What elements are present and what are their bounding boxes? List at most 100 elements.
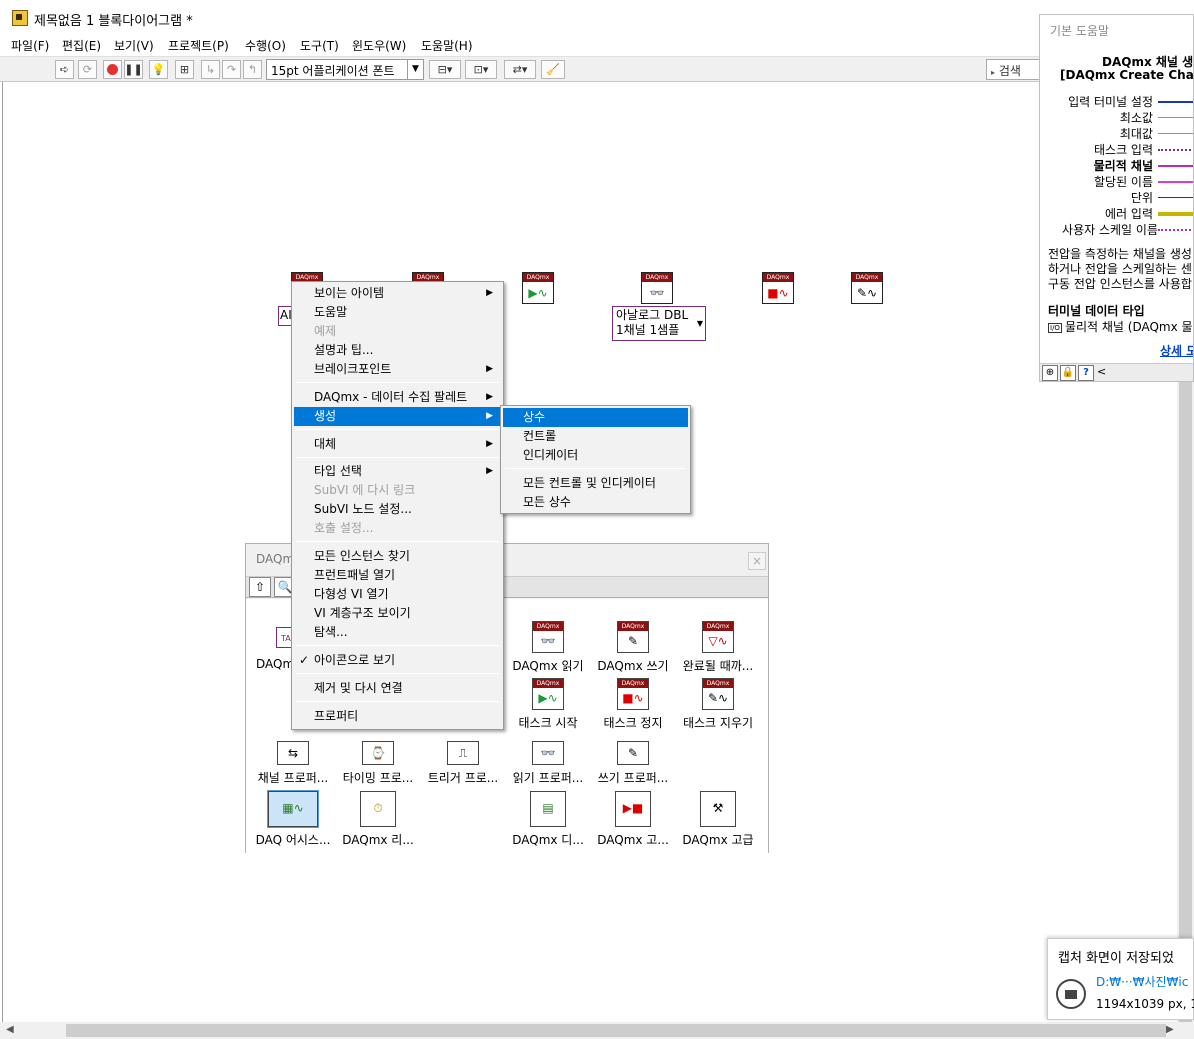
palette-item-write-property[interactable]: ✎ 쓰기 프로퍼...: [591, 741, 675, 786]
palette-item-daqmx-real-time[interactable]: ⏱ DAQmx 리...: [336, 791, 420, 848]
menu-item-description-tips[interactable]: 설명과 팁...: [294, 341, 501, 360]
menu-item-open-front-panel[interactable]: 프런트패널 열기: [294, 566, 501, 585]
icon-header: DAQmx: [618, 622, 648, 631]
submenu-item-all-constants[interactable]: 모든 상수: [503, 493, 688, 512]
step-over-icon[interactable]: ↷: [222, 60, 241, 79]
menu-tools[interactable]: 도구(T): [300, 37, 339, 54]
reorder-icon[interactable]: ⇄▾: [504, 60, 536, 79]
palette-item-label: 태스크 정지: [603, 716, 663, 730]
menu-file[interactable]: 파일(F): [11, 37, 49, 54]
help-desc-line: 전압을 측정하는 채널을 생성: [1048, 247, 1192, 261]
scroll-left-icon[interactable]: <: [1097, 365, 1106, 378]
menu-item-create[interactable]: 생성 ▶: [294, 407, 501, 426]
menu-item-label: 모든 상수: [523, 495, 571, 509]
menu-separator: [296, 673, 499, 674]
scroll-thumb[interactable]: [1179, 382, 1192, 1022]
align-objects-icon[interactable]: ⊟▾: [429, 60, 461, 79]
menu-operate[interactable]: 수행(O): [245, 37, 286, 54]
capture-notification[interactable]: 캡처 화면이 저장되었 D:₩···₩사진₩ic 1194x1039 px, 1…: [1047, 938, 1194, 1020]
palette-item-daq-assistant[interactable]: ▦∿ DAQ 어시스...: [251, 790, 335, 848]
up-arrow-icon[interactable]: ⇧: [249, 577, 271, 597]
close-icon[interactable]: ×: [748, 552, 766, 570]
abort-icon[interactable]: [103, 60, 122, 79]
submenu-item-indicator[interactable]: 인디케이터: [503, 446, 688, 465]
lock-icon[interactable]: 🔒: [1060, 365, 1076, 381]
menu-help[interactable]: 도움말(H): [421, 37, 473, 54]
start-symbol: ▶∿: [538, 691, 558, 705]
menu-item-help[interactable]: 도움말: [294, 303, 501, 322]
distribute-objects-icon[interactable]: ⊡▾: [465, 60, 497, 79]
run-icon[interactable]: ➪: [55, 60, 74, 79]
scroll-right-icon[interactable]: ▶: [1166, 1024, 1174, 1035]
menu-item-open-polymorphic-vi[interactable]: 다형성 VI 열기: [294, 585, 501, 604]
palette-item-trigger-property[interactable]: ⎍ 트리거 프로...: [421, 741, 505, 786]
menu-item-find-all-instances[interactable]: 모든 인스턴스 찾기: [294, 547, 501, 566]
palette-item-start-task[interactable]: DAQmx ▶∿ 태스크 시작: [506, 678, 590, 731]
menu-item-view-as-icon[interactable]: ✓ 아이콘으로 보기: [294, 651, 501, 670]
horizontal-scrollbar[interactable]: ◀ ▶: [0, 1022, 1194, 1039]
help-terminal: 사용자 스케일 이름: [1062, 223, 1158, 237]
scroll-left-icon[interactable]: ◀: [6, 1024, 14, 1035]
pause-icon[interactable]: ❚❚: [124, 60, 143, 79]
menu-item-subvi-node-setup[interactable]: SubVI 노드 설정...: [294, 500, 501, 519]
palette-item-label: 읽기 프로퍼...: [512, 771, 584, 785]
palette-item-daqmx-device[interactable]: ▤ DAQmx 디...: [506, 791, 590, 848]
palette-item-clear-task[interactable]: DAQmx ✎∿ 태스크 지우기: [676, 678, 760, 731]
palette-item-label: DAQmx 고급: [682, 833, 754, 847]
palette-item-timing-property[interactable]: ⌚ 타이밍 프로...: [336, 741, 420, 786]
palette-item-read[interactable]: DAQmx 👓 DAQmx 읽기: [506, 621, 590, 674]
daqmx-stop-task-node[interactable]: DAQmx ■∿: [762, 272, 794, 304]
help-question-icon[interactable]: ?: [1078, 365, 1094, 381]
menu-view[interactable]: 보기(V): [114, 37, 154, 54]
folder-icon[interactable]: [1056, 979, 1086, 1009]
polymorphic-selector-read[interactable]: 아날로그 DBL 1채널 1샘플 ▼: [612, 306, 706, 341]
submenu-item-constant[interactable]: 상수: [503, 408, 688, 427]
show-optional-terminals-icon[interactable]: ⊕: [1042, 365, 1058, 381]
submenu-item-all-controls-indicators[interactable]: 모든 컨트롤 및 인디케이터: [503, 474, 688, 493]
help-detailed-link[interactable]: 상세 도: [1160, 342, 1193, 359]
menu-item-visible-items[interactable]: 보이는 아이템 ▶: [294, 284, 501, 303]
menu-item-select-type[interactable]: 타입 선택 ▶: [294, 462, 501, 481]
submenu-arrow-icon: ▶: [486, 364, 493, 374]
retain-wire-values-icon[interactable]: ⊞: [175, 60, 194, 79]
menu-item-daqmx-palette[interactable]: DAQmx - 데이터 수집 팔레트 ▶: [294, 388, 501, 407]
menu-item-label: SubVI 에 다시 링크: [314, 483, 416, 497]
run-continuously-icon[interactable]: ⟳: [78, 60, 97, 79]
timing-symbol: ⌚: [370, 746, 386, 760]
palette-item-stop-task[interactable]: DAQmx ■∿ 태스크 정지: [591, 678, 675, 731]
help-description: 전압을 측정하는 채널을 생성 하거나 전압을 스케일하는 센 구동 전압 인스…: [1048, 247, 1193, 292]
menu-item-show-vi-hierarchy[interactable]: VI 계층구조 보이기: [294, 604, 501, 623]
font-select[interactable]: 15pt 어플리케이션 폰트 ▼: [266, 59, 424, 80]
palette-item-daqmx-advanced-task[interactable]: ▶■ DAQmx 고...: [591, 791, 675, 848]
help-terminal: 입력 터미널 설정: [1068, 95, 1153, 109]
palette-item-daqmx-advanced[interactable]: ⚒ DAQmx 고급: [676, 791, 760, 848]
step-out-icon[interactable]: ↰: [243, 60, 262, 79]
palette-item-wait-until-done[interactable]: DAQmx ▽∿ 완료될 때까...: [676, 621, 760, 674]
menu-item-breakpoint[interactable]: 브레이크포인트 ▶: [294, 360, 501, 379]
menu-item-remove-and-rewire[interactable]: 제거 및 다시 연결: [294, 679, 501, 698]
submenu-item-control[interactable]: 컨트롤: [503, 427, 688, 446]
highlight-execution-icon[interactable]: 💡: [149, 60, 168, 79]
menu-item-label: VI 계층구조 보이기: [314, 606, 411, 620]
clean-up-diagram-icon[interactable]: 🧹: [541, 60, 565, 79]
menu-item-replace[interactable]: 대체 ▶: [294, 435, 501, 454]
wire: [1158, 149, 1193, 151]
step-into-icon[interactable]: ↳: [201, 60, 220, 79]
daqmx-clear-task-node[interactable]: DAQmx ✎∿: [851, 272, 883, 304]
notification-path[interactable]: D:₩···₩사진₩ic: [1096, 973, 1188, 990]
palette-item-write[interactable]: DAQmx ✎ DAQmx 쓰기: [591, 621, 675, 674]
tools-symbol: ⚒: [712, 801, 724, 815]
palette-item-channel-property[interactable]: ⇆ 채널 프로퍼...: [251, 741, 335, 786]
menu-item-browse[interactable]: 탐색...: [294, 623, 501, 642]
menu-edit[interactable]: 편집(E): [62, 37, 101, 54]
search-input[interactable]: ▸ 검색: [986, 59, 1042, 80]
wire: [1158, 197, 1193, 198]
menu-window[interactable]: 윈도우(W): [352, 37, 406, 54]
node-header: DAQmx: [852, 273, 882, 282]
menu-item-properties[interactable]: 프로퍼티: [294, 707, 501, 726]
scroll-thumb[interactable]: [66, 1024, 1166, 1037]
daqmx-start-task-node[interactable]: DAQmx ▶∿: [522, 272, 554, 304]
daqmx-read-node[interactable]: DAQmx 👓: [641, 272, 673, 304]
palette-item-read-property[interactable]: 👓 읽기 프로퍼...: [506, 741, 590, 786]
menu-project[interactable]: 프로젝트(P): [168, 37, 229, 54]
